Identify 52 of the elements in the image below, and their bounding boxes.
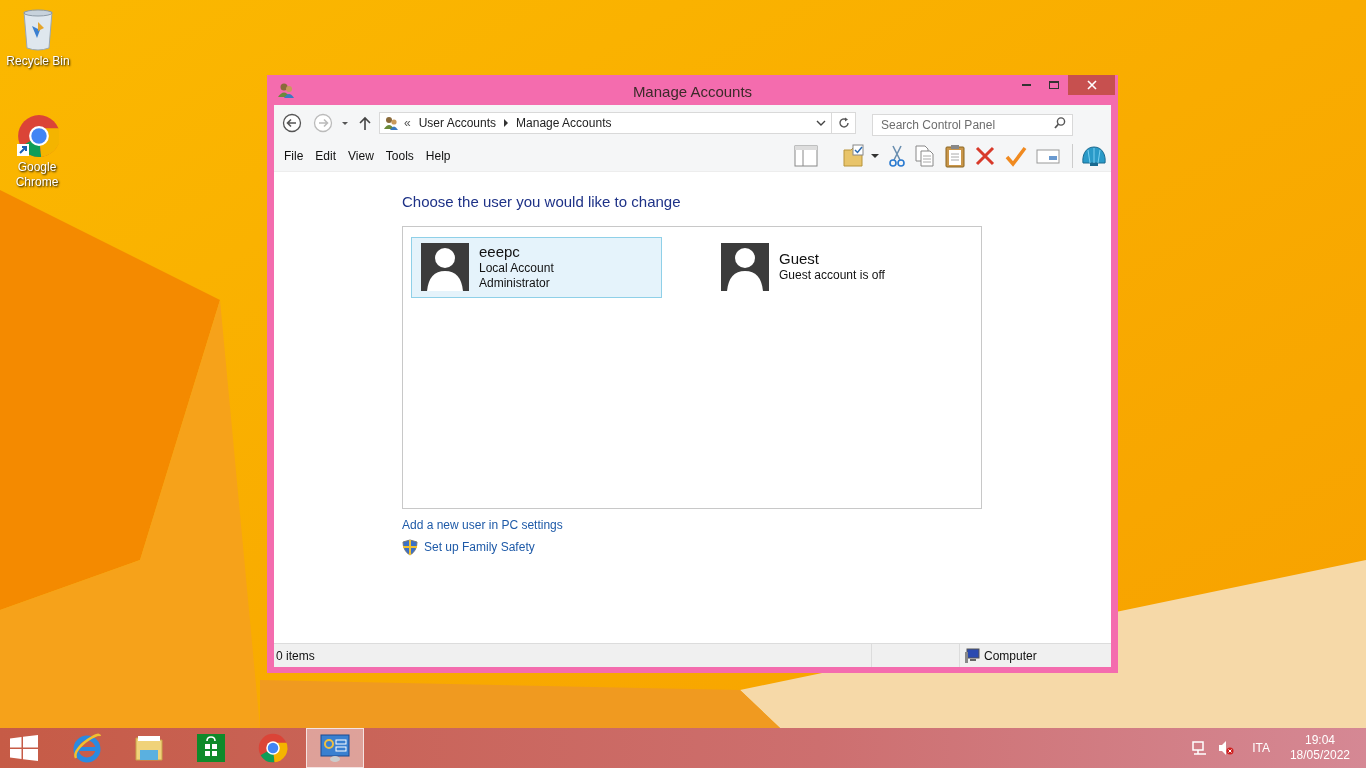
- address-bar[interactable]: « User Accounts Manage Accounts: [379, 111, 856, 134]
- overflow-chevron[interactable]: «: [404, 113, 411, 132]
- taskbar-button[interactable]: [306, 728, 364, 768]
- shopping-bag-icon: [195, 732, 227, 764]
- window-title: Manage Accounts: [631, 82, 754, 102]
- up-arrow-icon[interactable]: [358, 114, 372, 131]
- delete-icon[interactable]: [974, 144, 996, 167]
- folder-check-icon[interactable]: [842, 143, 866, 168]
- back-button[interactable]: [282, 112, 302, 133]
- user-avatar-icon: [421, 243, 469, 291]
- link[interactable]: Add a new user in PC settings: [402, 517, 563, 534]
- item-count: 0 items: [275, 647, 316, 665]
- refresh-icon[interactable]: [837, 116, 850, 129]
- account-tile[interactable]: eeepc Local Account Administrator: [411, 237, 662, 298]
- computer-icon: [964, 647, 980, 664]
- internet-explorer-icon: [71, 732, 103, 764]
- account-name: eeepc: [479, 243, 521, 261]
- checkmark-icon[interactable]: [1004, 144, 1028, 167]
- shell-icon[interactable]: [1081, 143, 1107, 168]
- menu-item[interactable]: Help: [419, 144, 457, 167]
- page-heading: Choose the user you would like to change: [402, 192, 681, 212]
- breadcrumb[interactable]: Manage Accounts: [516, 113, 612, 132]
- zone-label: Computer: [984, 647, 1037, 665]
- menu-item[interactable]: Tools: [379, 144, 420, 167]
- rename-card-icon[interactable]: [1036, 146, 1060, 165]
- user-avatar-icon: [721, 243, 769, 291]
- account-detail: Guest account is off: [779, 268, 885, 283]
- clipboard-icon[interactable]: [944, 143, 966, 168]
- scissors-icon[interactable]: [888, 143, 906, 168]
- link[interactable]: Set up Family Safety: [424, 539, 535, 556]
- copy-icon[interactable]: [914, 143, 936, 168]
- users-icon: [383, 114, 399, 131]
- speaker-muted-icon[interactable]: [1218, 740, 1235, 756]
- menu-item[interactable]: Edit: [309, 144, 343, 167]
- menu-item[interactable]: File: [278, 144, 310, 167]
- chrome-icon: [257, 732, 289, 764]
- account-tile[interactable]: Guest Guest account is off: [711, 237, 962, 298]
- account-detail: Administrator: [479, 276, 551, 291]
- search-field[interactable]: Search Control Panel: [872, 113, 1073, 136]
- chrome-icon[interactable]: [15, 112, 59, 160]
- menu-item[interactable]: View: [342, 144, 380, 167]
- chevron-right-icon: [502, 117, 511, 128]
- search-icon[interactable]: [1053, 115, 1067, 130]
- users-icon: [277, 81, 295, 99]
- close-icon: [1086, 80, 1097, 90]
- windows-logo-icon[interactable]: [10, 735, 38, 761]
- close-button[interactable]: [1068, 75, 1115, 95]
- account-detail: Local Account: [479, 261, 554, 276]
- network-icon[interactable]: [1192, 740, 1209, 756]
- breadcrumb[interactable]: User Accounts: [418, 113, 497, 132]
- account-name: Guest: [779, 250, 821, 268]
- control-panel-icon: [319, 732, 351, 764]
